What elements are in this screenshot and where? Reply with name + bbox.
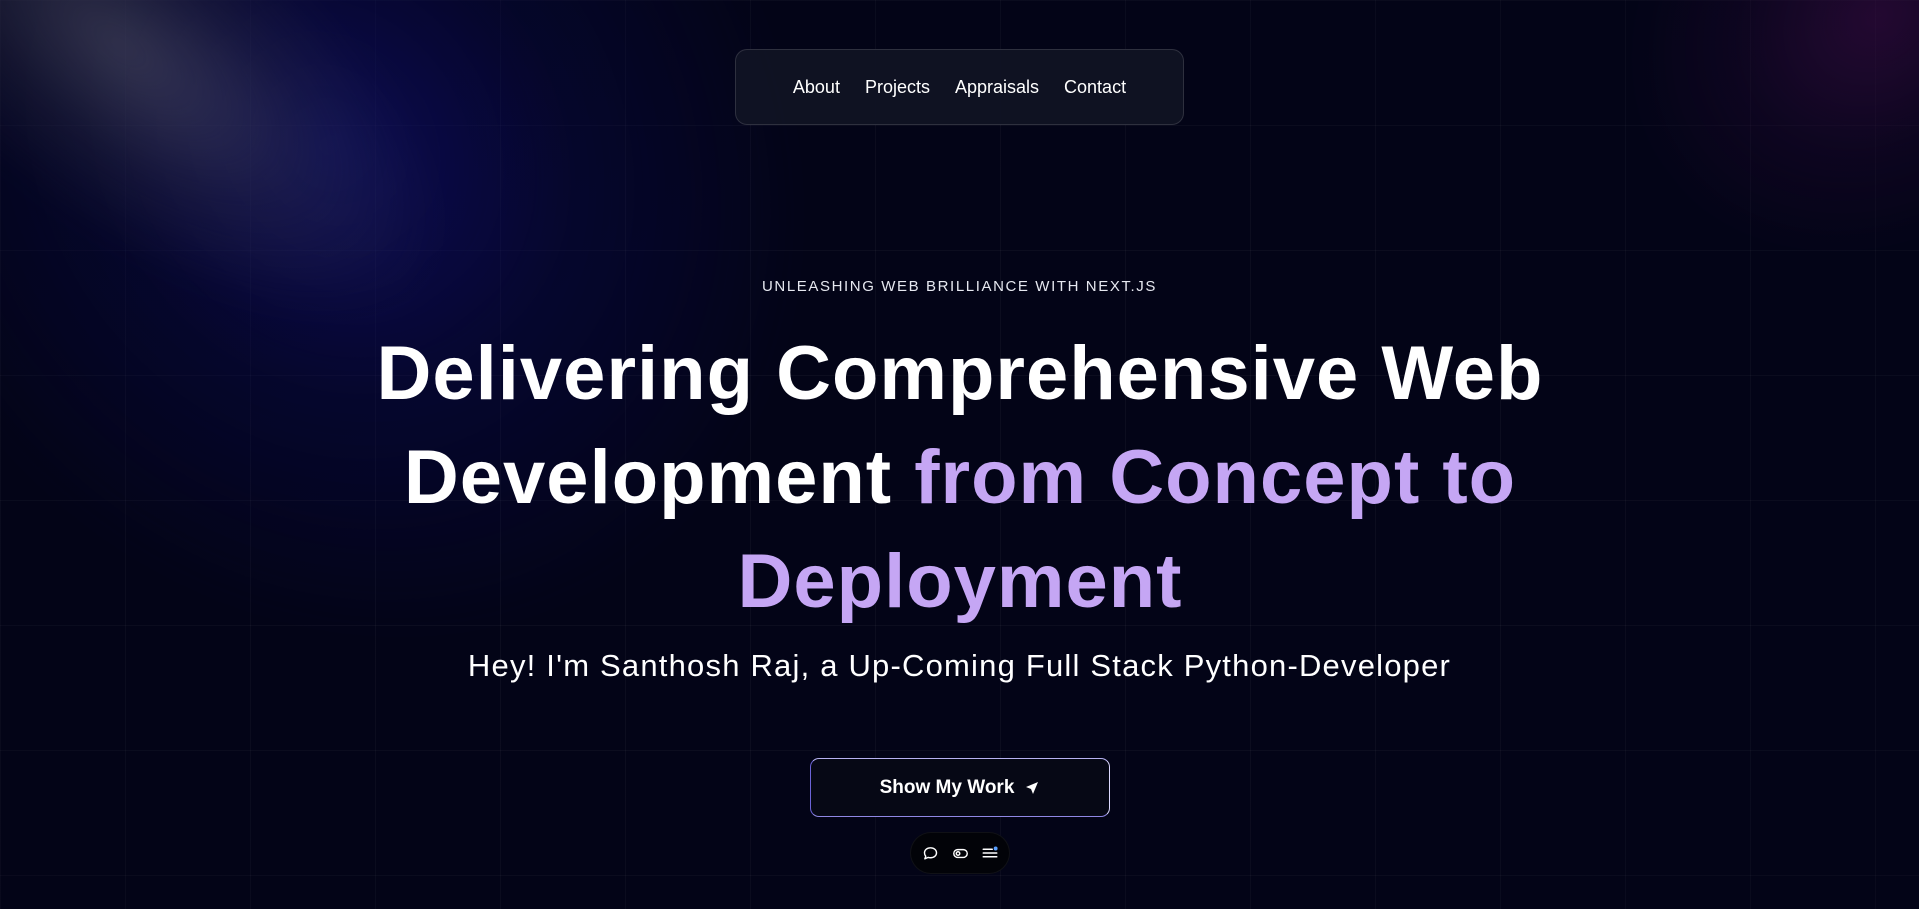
show-my-work-button[interactable]: Show My Work <box>810 758 1110 817</box>
mini-toolbar <box>910 832 1010 874</box>
send-arrow-icon <box>1024 780 1040 796</box>
hero-eyebrow: UNLEASHING WEB BRILLIANCE WITH NEXT.JS <box>761 278 1158 295</box>
nav-item-about[interactable]: About <box>793 77 840 98</box>
page: About Projects Appraisals Contact UNLEAS… <box>0 0 1919 911</box>
hero-subline: Hey! I'm Santhosh Raj, a Up-Coming Full … <box>467 648 1452 683</box>
toggle-icon[interactable] <box>951 844 969 862</box>
nav-item-appraisals[interactable]: Appraisals <box>955 77 1039 98</box>
nav-item-contact[interactable]: Contact <box>1064 77 1126 98</box>
floating-navbar: About Projects Appraisals Contact <box>735 49 1184 125</box>
cta-label: Show My Work <box>879 776 1015 798</box>
list-menu-icon[interactable] <box>981 844 999 862</box>
hero-headline: Delivering Comprehensive Web Development… <box>360 322 1560 634</box>
chat-bubble-icon[interactable] <box>921 844 939 862</box>
nav-item-projects[interactable]: Projects <box>865 77 930 98</box>
